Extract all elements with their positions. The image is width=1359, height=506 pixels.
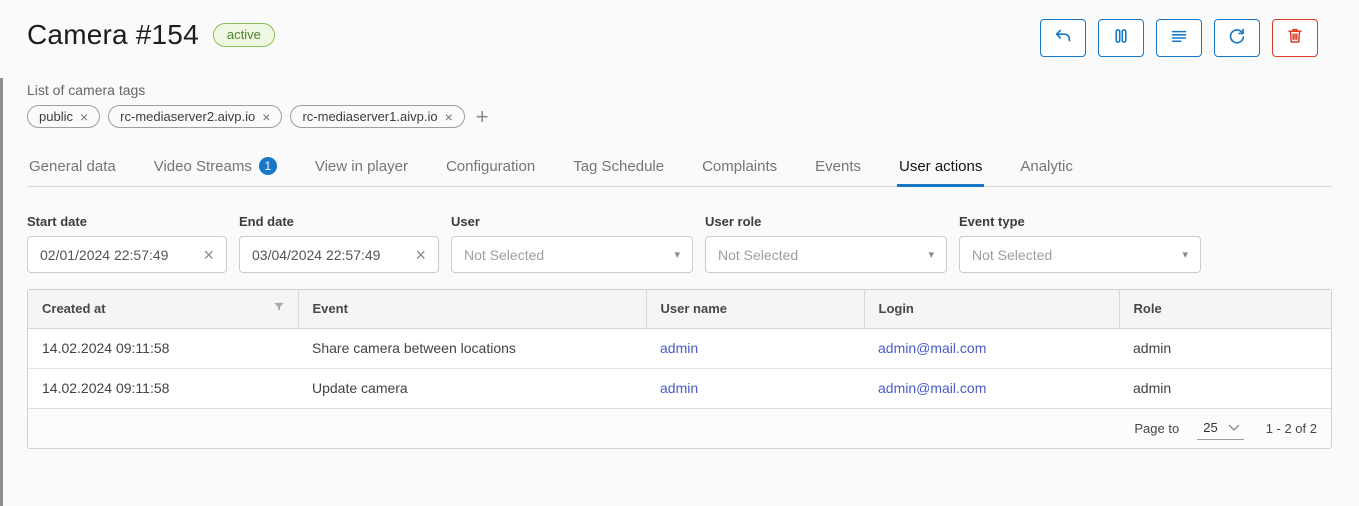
refresh-icon [1226,25,1248,52]
cell-role: admin [1119,368,1331,408]
column-header-role[interactable]: Role [1119,290,1331,328]
start-date-label: Start date [27,214,227,229]
tab-complaints[interactable]: Complaints [700,153,779,186]
start-date-value[interactable] [40,247,197,263]
pause-button[interactable] [1098,19,1144,57]
clear-start-date-icon[interactable]: × [197,246,214,264]
tag-pill[interactable]: rc-mediaserver2.aivp.io × [108,105,282,128]
cell-role: admin [1119,328,1331,368]
page-size-select[interactable]: 25 [1197,418,1243,440]
status-badge: active [213,23,275,47]
page-title: Camera #154 [27,19,199,51]
column-header-created-at[interactable]: Created at [28,290,298,328]
column-header-event[interactable]: Event [298,290,646,328]
table-row: 14.02.2024 09:11:58 Update camera admin … [28,368,1331,408]
delete-button[interactable] [1272,19,1318,57]
event-type-select[interactable]: Not Selected ▾ [959,236,1201,273]
column-header-login[interactable]: Login [864,290,1119,328]
user-select[interactable]: Not Selected ▾ [451,236,693,273]
cell-event: Share camera between locations [298,328,646,368]
cell-login: admin@mail.com [864,328,1119,368]
login-link[interactable]: admin@mail.com [878,340,986,356]
remove-tag-icon[interactable]: × [80,110,88,124]
event-type-select-value: Not Selected [972,247,1176,263]
column-header-user-name[interactable]: User name [646,290,864,328]
page-to-label: Page to [1134,421,1179,436]
user-label: User [451,214,693,229]
cell-login: admin@mail.com [864,368,1119,408]
pagination-range: 1 - 2 of 2 [1266,421,1317,436]
table-footer: Page to 25 1 - 2 of 2 [28,408,1331,448]
cell-event: Update camera [298,368,646,408]
trash-icon [1284,25,1306,52]
add-tag-icon[interactable]: + [476,106,489,128]
camera-tags-list: public × rc-mediaserver2.aivp.io × rc-me… [27,105,1332,128]
user-actions-table: Created at Event User name Login Role [27,289,1332,449]
filters-bar: Start date × End date × User Not Selecte… [27,214,1332,273]
start-date-filter: Start date × [27,214,227,273]
tag-label: rc-mediaserver1.aivp.io [302,109,437,124]
tab-configuration[interactable]: Configuration [444,153,537,186]
tag-pill[interactable]: rc-mediaserver1.aivp.io × [290,105,464,128]
caret-down-icon: ▾ [668,248,680,261]
remove-tag-icon[interactable]: × [445,110,453,124]
user-role-filter: User role Not Selected ▾ [705,214,947,273]
video-streams-count-badge: 1 [259,157,277,175]
user-name-link[interactable]: admin [660,380,698,396]
user-role-select-value: Not Selected [718,247,922,263]
user-role-select[interactable]: Not Selected ▾ [705,236,947,273]
end-date-value[interactable] [252,247,409,263]
end-date-label: End date [239,214,439,229]
filter-funnel-icon[interactable] [272,300,286,317]
undo-button[interactable] [1040,19,1086,57]
tag-label: public [39,109,73,124]
undo-icon [1052,25,1074,52]
login-link[interactable]: admin@mail.com [878,380,986,396]
tab-events[interactable]: Events [813,153,863,186]
event-type-filter: Event type Not Selected ▾ [959,214,1201,273]
end-date-filter: End date × [239,214,439,273]
tab-video-streams[interactable]: Video Streams 1 [152,153,279,186]
user-name-link[interactable]: admin [660,340,698,356]
cell-user-name: admin [646,328,864,368]
user-select-value: Not Selected [464,247,668,263]
tab-general-data[interactable]: General data [27,153,118,186]
remove-tag-icon[interactable]: × [262,110,270,124]
tag-pill[interactable]: public × [27,105,100,128]
user-filter: User Not Selected ▾ [451,214,693,273]
list-button[interactable] [1156,19,1202,57]
caret-down-icon: ▾ [922,248,934,261]
detail-tabs: General data Video Streams 1 View in pla… [27,153,1332,187]
event-type-label: Event type [959,214,1201,229]
camera-tags-label: List of camera tags [27,82,1332,98]
caret-down-icon: ▾ [1176,248,1188,261]
tab-tag-schedule[interactable]: Tag Schedule [571,153,666,186]
pause-icon [1110,25,1132,52]
tag-label: rc-mediaserver2.aivp.io [120,109,255,124]
cell-created-at: 14.02.2024 09:11:58 [28,368,298,408]
tab-view-in-player[interactable]: View in player [313,153,410,186]
list-icon [1168,25,1190,52]
start-date-input[interactable]: × [27,236,227,273]
cell-created-at: 14.02.2024 09:11:58 [28,328,298,368]
chevron-down-icon [1228,420,1240,435]
tab-analytic[interactable]: Analytic [1018,153,1075,186]
refresh-button[interactable] [1214,19,1260,57]
table-row: 14.02.2024 09:11:58 Share camera between… [28,328,1331,368]
table-header-row: Created at Event User name Login Role [28,290,1331,328]
user-role-label: User role [705,214,947,229]
page-size-value: 25 [1203,420,1217,435]
camera-detail-page: Camera #154 active [0,0,1359,449]
clear-end-date-icon[interactable]: × [409,246,426,264]
tab-user-actions[interactable]: User actions [897,153,984,186]
toolbar [1040,19,1318,57]
cell-user-name: admin [646,368,864,408]
end-date-input[interactable]: × [239,236,439,273]
